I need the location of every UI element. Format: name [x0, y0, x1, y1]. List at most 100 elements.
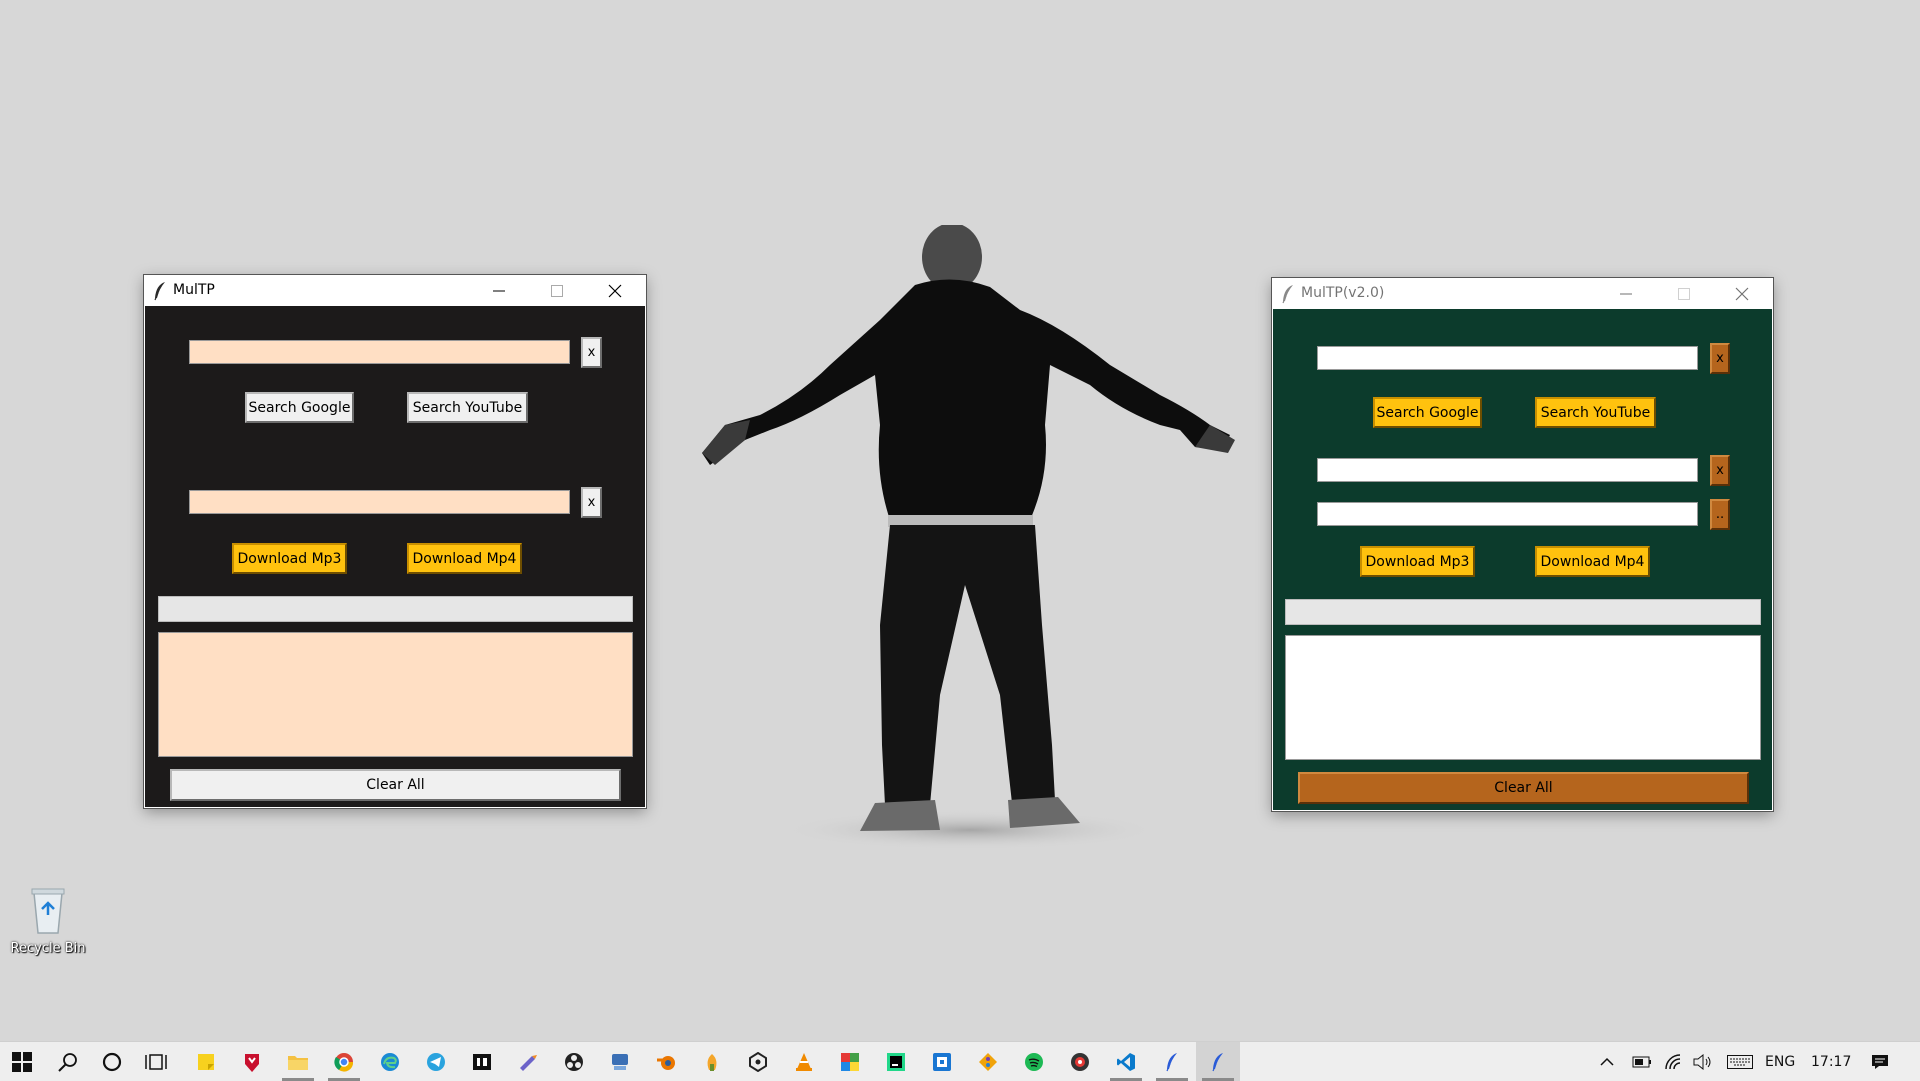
taskbar-app[interactable]	[368, 1042, 412, 1081]
download-mp3-button[interactable]: Download Mp3	[1360, 546, 1475, 577]
pencil-app-icon	[520, 1054, 537, 1071]
download-mp3-button[interactable]: Download Mp3	[232, 543, 347, 574]
recycle-bin-label: Recycle Bin	[10, 941, 86, 956]
git-icon	[979, 1052, 997, 1071]
cortana-icon	[102, 1052, 122, 1071]
taskbar-app[interactable]	[414, 1042, 458, 1081]
chevron-up-icon	[1600, 1057, 1614, 1066]
taskbar-app[interactable]	[828, 1042, 872, 1081]
taskbar-app[interactable]	[598, 1042, 642, 1081]
taskbar-app[interactable]	[1012, 1042, 1056, 1081]
fl-studio-icon	[707, 1053, 717, 1071]
taskbar-app[interactable]	[920, 1042, 964, 1081]
url-input[interactable]	[189, 490, 570, 514]
action-center-button[interactable]	[1860, 1042, 1900, 1081]
window-titlebar[interactable]: MulTP	[144, 275, 646, 306]
taskbar-app[interactable]	[966, 1042, 1010, 1081]
clear-all-button[interactable]: Clear All	[1298, 772, 1749, 804]
tray-overflow-button[interactable]	[1590, 1042, 1624, 1081]
mcafee-icon	[245, 1053, 259, 1072]
taskbar-app[interactable]	[552, 1042, 596, 1081]
taskbar-app[interactable]	[184, 1042, 228, 1081]
chrome-icon	[334, 1052, 354, 1072]
taskbar-app[interactable]	[782, 1042, 826, 1081]
minimize-icon	[1620, 293, 1632, 294]
taskbar-app[interactable]	[230, 1042, 274, 1081]
taskbar-app[interactable]	[736, 1042, 780, 1081]
taskbar-app[interactable]	[874, 1042, 918, 1081]
window-title: MulTP	[173, 282, 215, 298]
maximize-button[interactable]	[528, 275, 586, 306]
close-button[interactable]	[1713, 278, 1771, 309]
progress-bar	[1285, 599, 1761, 625]
task-view-button[interactable]	[134, 1042, 178, 1081]
windows-start-icon	[12, 1051, 32, 1072]
network-app-icon	[612, 1053, 628, 1070]
minimize-button[interactable]	[1597, 278, 1655, 309]
taskbar-app[interactable]	[1058, 1042, 1102, 1081]
unity-icon	[749, 1051, 767, 1072]
download-mp4-button[interactable]: Download Mp4	[1535, 546, 1650, 577]
battery-icon	[1632, 1056, 1651, 1067]
minimize-icon	[493, 290, 505, 291]
clear-url-button[interactable]: x	[1710, 455, 1730, 486]
save-path-input[interactable]	[1317, 502, 1698, 526]
obs-icon	[565, 1052, 583, 1071]
taskbar-app[interactable]	[1196, 1042, 1240, 1081]
download-mp4-button[interactable]: Download Mp4	[407, 543, 522, 574]
url-input[interactable]	[1317, 458, 1698, 482]
close-icon	[1735, 287, 1749, 300]
edge-icon	[381, 1052, 399, 1071]
feather-icon	[1282, 285, 1293, 304]
search-input[interactable]	[1317, 346, 1698, 370]
search-youtube-button[interactable]: Search YouTube	[1535, 397, 1656, 428]
battery-button[interactable]	[1625, 1042, 1659, 1081]
speaker-icon	[1693, 1053, 1711, 1070]
maximize-icon	[551, 284, 563, 297]
multp-window: MulTP x Search Google Search YouTube x D…	[144, 275, 646, 808]
window-titlebar[interactable]: MulTP(v2.0)	[1272, 278, 1773, 309]
close-icon	[608, 284, 622, 297]
taskbar-app[interactable]	[322, 1042, 366, 1081]
taskbar-app[interactable]	[1150, 1042, 1194, 1081]
clock[interactable]: 17:17	[1811, 1042, 1851, 1081]
progress-bar	[158, 596, 633, 622]
imdb-icon	[473, 1053, 491, 1070]
taskbar-app[interactable]	[690, 1042, 734, 1081]
touch-keyboard-button[interactable]	[1720, 1042, 1760, 1081]
language-indicator[interactable]: ENG	[1765, 1042, 1795, 1081]
clear-search-button[interactable]: x	[581, 337, 602, 368]
clear-search-button[interactable]: x	[1710, 343, 1730, 374]
desktop: Recycle Bin MulTP x Search Google Search…	[0, 0, 1920, 1041]
taskbar-app[interactable]	[1104, 1042, 1148, 1081]
volume-button[interactable]	[1686, 1042, 1720, 1081]
browse-folder-button[interactable]: ..	[1710, 499, 1730, 530]
output-textarea[interactable]	[1285, 635, 1761, 760]
notification-icon	[1872, 1054, 1888, 1069]
maximize-button[interactable]	[1655, 278, 1713, 309]
search-google-button[interactable]: Search Google	[245, 392, 354, 423]
clear-all-button[interactable]: Clear All	[170, 769, 621, 801]
clear-url-button[interactable]: x	[581, 487, 602, 518]
sticky-notes-icon	[198, 1053, 214, 1070]
taskbar-app[interactable]	[644, 1042, 688, 1081]
window-client-area: x Search Google Search YouTube x Downloa…	[145, 306, 645, 807]
close-button[interactable]	[586, 275, 644, 306]
keyboard-icon	[1727, 1054, 1753, 1069]
cortana-button[interactable]	[90, 1042, 134, 1081]
search-google-button[interactable]: Search Google	[1373, 397, 1482, 428]
search-icon	[58, 1052, 77, 1072]
recycle-bin-icon	[31, 888, 65, 934]
search-input[interactable]	[189, 340, 570, 364]
taskbar-search-button[interactable]	[46, 1042, 90, 1081]
taskbar-app[interactable]	[506, 1042, 550, 1081]
taskbar-app[interactable]	[460, 1042, 504, 1081]
feather-app-icon	[1166, 1052, 1177, 1071]
output-textarea[interactable]	[158, 632, 633, 757]
search-youtube-button[interactable]: Search YouTube	[407, 392, 528, 423]
minimize-button[interactable]	[470, 275, 528, 306]
recycle-bin[interactable]: Recycle Bin	[4, 880, 92, 970]
wifi-icon	[1665, 1053, 1681, 1069]
taskbar-app[interactable]	[276, 1042, 320, 1081]
windows-start-button[interactable]	[0, 1042, 44, 1081]
